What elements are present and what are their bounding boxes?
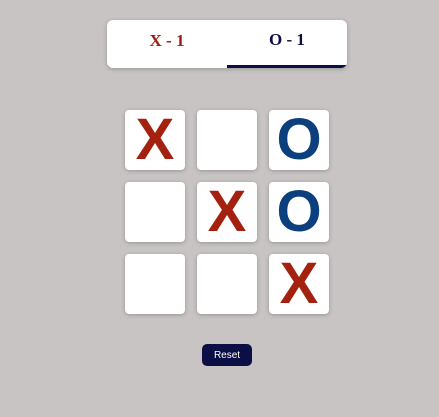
scoreboard: X - 1 O - 1 — [107, 20, 347, 68]
reset-button[interactable]: Reset — [202, 344, 252, 366]
board-cell-5[interactable]: X — [197, 182, 257, 242]
board-cell-7[interactable] — [125, 254, 185, 314]
board-cell-3[interactable]: O — [269, 110, 329, 170]
board-cell-8[interactable] — [197, 254, 257, 314]
board-cell-9[interactable]: X — [269, 254, 329, 314]
game-board: X O X O X — [125, 110, 329, 314]
board-cell-2[interactable] — [197, 110, 257, 170]
board-cell-6[interactable]: O — [269, 182, 329, 242]
board-cell-4[interactable] — [125, 182, 185, 242]
board-cell-1[interactable]: X — [125, 110, 185, 170]
x-score: X - 1 — [149, 31, 185, 50]
o-score-active: O - 1 — [227, 20, 347, 68]
